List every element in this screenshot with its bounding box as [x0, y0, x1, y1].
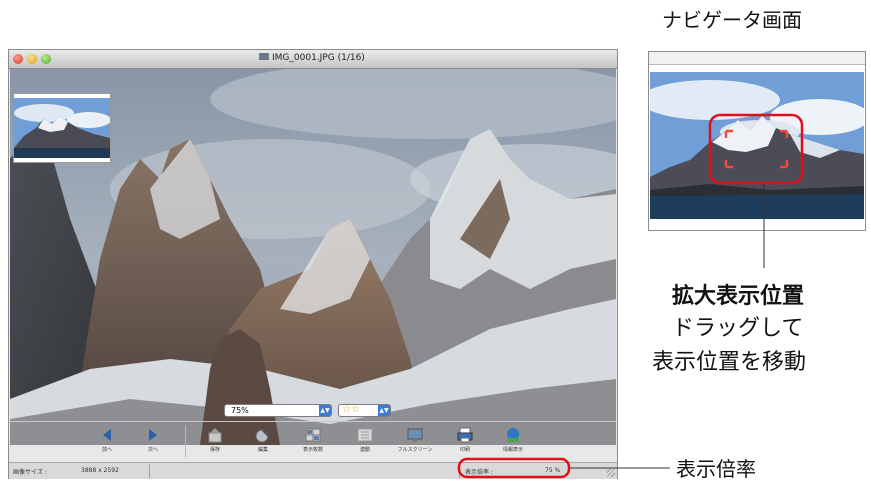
- save-button-label: 保存: [209, 447, 220, 453]
- prev-button-label: 前へ: [101, 447, 112, 453]
- next-arrow-icon: [144, 427, 162, 443]
- drag-instruction-line1: ドラッグして: [672, 316, 804, 341]
- print-icon: [456, 427, 474, 443]
- edit-button[interactable]: 編集: [242, 425, 284, 459]
- prev-arrow-icon: [98, 427, 116, 443]
- chevron-updown-icon: ▲▼: [378, 405, 390, 416]
- window-title-text: IMG_0001.JPG (1/16): [272, 53, 365, 63]
- print-button-label: 印刷: [459, 447, 470, 453]
- title-bar[interactable]: IMG_0001.JPG (1/16): [9, 50, 617, 69]
- info-button[interactable]: 情報表示: [492, 425, 534, 459]
- rating-stars: ☆☆: [342, 404, 360, 415]
- navigator-panel-image[interactable]: [650, 72, 864, 219]
- zoom-rate-caption: 表示倍率: [676, 457, 756, 481]
- zoom-rate-value: 75 %: [545, 467, 561, 474]
- zoom-rate-label: 表示倍率 :: [465, 469, 493, 476]
- minimize-window-button[interactable]: [27, 54, 37, 64]
- image-size-label: 画像サイズ :: [13, 469, 47, 476]
- save-button[interactable]: 保存: [194, 425, 236, 459]
- display-count-button[interactable]: 表示枚数: [292, 425, 334, 459]
- zoom-dropdown[interactable]: 75% ▲▼: [224, 404, 332, 417]
- drag-instruction-line2: 表示位置を移動: [652, 350, 807, 375]
- navigator-panel-titlebar: [649, 52, 865, 65]
- info-button-label: 情報表示: [502, 447, 523, 453]
- toolbar: 前へ 次へ 保存 編集 表示枚数 連動 フルスクリーン 印刷 情報表示: [10, 421, 616, 462]
- navigator-thumbnail[interactable]: [13, 93, 111, 163]
- edit-icon: [254, 427, 272, 443]
- layout-icon: [304, 427, 322, 443]
- image-size-value: 3888 x 2592: [81, 467, 119, 474]
- resize-grip[interactable]: [607, 469, 615, 477]
- rating-dropdown[interactable]: ☆☆ ▲▼: [338, 404, 391, 417]
- sync-icon: [356, 427, 374, 443]
- zoom-dropdown-value: 75%: [231, 406, 249, 415]
- fullscreen-button-label: フルスクリーン: [397, 447, 433, 453]
- next-button-label: 次へ: [147, 447, 158, 453]
- status-divider: [459, 464, 460, 478]
- zoom-window-button[interactable]: [41, 54, 51, 64]
- chevron-updown-icon: ▲▼: [319, 405, 331, 416]
- print-button[interactable]: 印刷: [444, 425, 486, 459]
- sync-button[interactable]: 連動: [344, 425, 386, 459]
- viewer-window: IMG_0001.JPG (1/16) 75% ▲▼ ☆☆ ▲▼ 前へ 次へ 保…: [8, 49, 618, 479]
- window-title: IMG_0001.JPG (1/16): [259, 53, 365, 63]
- navigator-thumbnail-image: [14, 98, 110, 158]
- navigator-preview: [650, 72, 864, 219]
- zoom-position-caption: 拡大表示位置: [672, 284, 805, 309]
- view-controls: 75% ▲▼ ☆☆ ▲▼: [10, 404, 616, 418]
- sync-button-label: 連動: [359, 447, 370, 453]
- edit-button-label: 編集: [257, 447, 268, 453]
- fullscreen-button[interactable]: フルスクリーン: [394, 425, 436, 459]
- prev-button[interactable]: 前へ: [86, 425, 128, 459]
- info-icon: [504, 427, 522, 443]
- navigator-panel: [648, 51, 866, 231]
- display-count-button-label: 表示枚数: [302, 447, 323, 453]
- next-button[interactable]: 次へ: [132, 425, 174, 459]
- close-window-button[interactable]: [13, 54, 23, 64]
- status-bar: 画像サイズ : 3888 x 2592 表示倍率 : 75 %: [9, 462, 617, 479]
- save-icon: [206, 427, 224, 443]
- toolbar-divider: [185, 425, 186, 457]
- status-divider: [149, 464, 150, 478]
- navigator-screen-caption: ナビゲータ画面: [662, 8, 802, 32]
- image-file-icon: [259, 53, 269, 60]
- main-image[interactable]: [10, 69, 616, 445]
- fullscreen-icon: [406, 427, 424, 443]
